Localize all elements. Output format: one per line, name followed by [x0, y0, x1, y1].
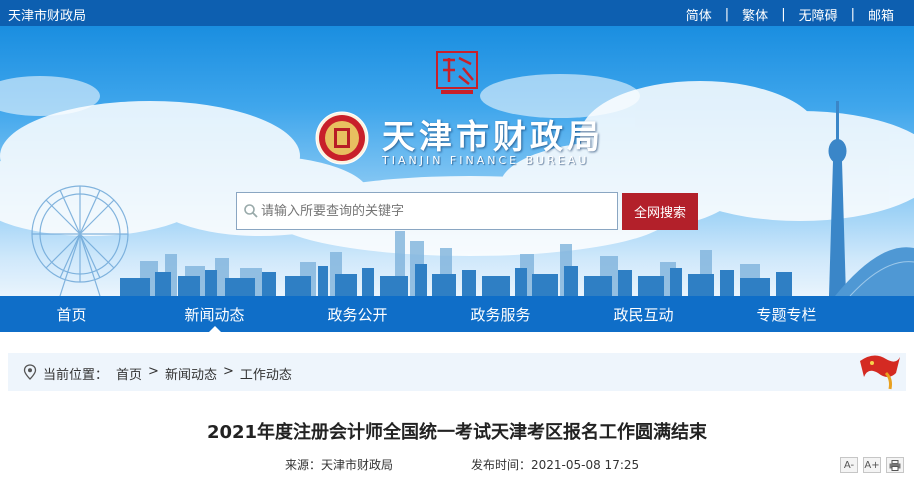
article-tools: A- A+	[835, 457, 904, 473]
nav-item-interaction[interactable]: 政民互动	[572, 296, 715, 332]
main-nav: 首页 新闻动态 政务公开 政务服务 政民互动 专题专栏	[0, 296, 914, 332]
breadcrumb-work-news[interactable]: 工作动态	[240, 364, 292, 383]
nav-item-home[interactable]: 首页	[0, 296, 143, 332]
search-button[interactable]: 全网搜索	[622, 193, 698, 230]
breadcrumb-home[interactable]: 首页	[116, 364, 142, 383]
nav-item-gov-affairs[interactable]: 政务公开	[286, 296, 429, 332]
top-links: 简体 | 繁体 | 无障碍 | 邮箱	[686, 5, 894, 24]
link-mailbox[interactable]: 邮箱	[868, 5, 894, 24]
finance-bureau-emblem-icon	[315, 111, 369, 165]
breadcrumb-separator: >	[222, 364, 234, 379]
search-box	[236, 192, 618, 230]
location-pin-icon	[23, 364, 37, 380]
divider: |	[724, 7, 730, 22]
nav-item-news[interactable]: 新闻动态	[143, 296, 286, 332]
font-increase-button[interactable]: A+	[863, 457, 881, 473]
top-bar: 天津市财政局 简体 | 繁体 | 无障碍 | 邮箱	[0, 0, 914, 26]
link-accessibility[interactable]: 无障碍	[799, 5, 838, 24]
nav-item-special-topics[interactable]: 专题专栏	[715, 296, 858, 332]
link-traditional[interactable]: 繁体	[742, 5, 768, 24]
article-source: 来源：天津市财政局	[285, 458, 394, 472]
divider: |	[850, 7, 855, 22]
site-name[interactable]: 天津市财政局	[8, 5, 86, 24]
tianjin-seal-icon	[436, 51, 478, 94]
banner: 天津市财政局 TIANJIN FINANCE BUREAU 全网搜索	[0, 26, 914, 296]
breadcrumb-separator: >	[148, 364, 159, 379]
breadcrumb-label: 当前位置：	[43, 368, 109, 383]
bureau-name-en: TIANJIN FINANCE BUREAU	[382, 154, 590, 167]
print-icon	[889, 459, 901, 471]
nav-item-gov-services[interactable]: 政务服务	[429, 296, 572, 332]
font-decrease-button[interactable]: A-	[840, 457, 858, 473]
article-title: 2021年度注册会计师全国统一考试天津考区报名工作圆满结束	[206, 422, 708, 443]
link-simplified[interactable]: 简体	[686, 5, 712, 24]
divider: |	[781, 7, 786, 22]
breadcrumb-news[interactable]: 新闻动态	[165, 364, 217, 383]
search-icon	[244, 204, 258, 218]
red-flag-decoration-icon	[860, 355, 900, 390]
search-input[interactable]	[261, 201, 601, 221]
print-button[interactable]	[886, 457, 904, 473]
article-publish-time: 发布时间：2021-05-08 17:25	[471, 458, 640, 472]
breadcrumb: 当前位置： 首页 > 新闻动态 > 工作动态	[8, 353, 906, 391]
bureau-name-cn: 天津市财政局	[382, 117, 604, 156]
